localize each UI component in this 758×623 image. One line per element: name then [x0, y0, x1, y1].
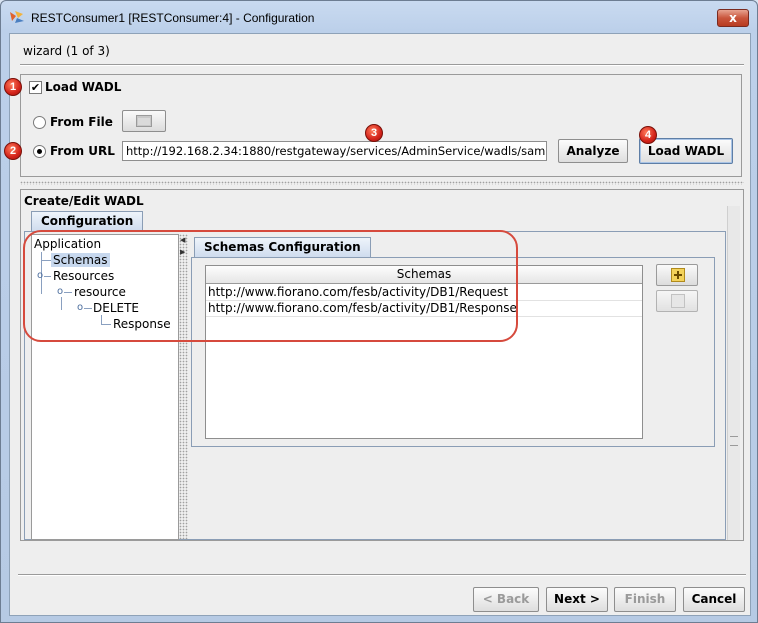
- resize-grip[interactable]: [20, 181, 744, 185]
- configuration-window: RESTConsumer1 [RESTConsumer:4] - Configu…: [0, 0, 758, 623]
- load-wadl-checkbox[interactable]: ✔: [29, 81, 42, 94]
- title-bar: RESTConsumer1 [RESTConsumer:4] - Configu…: [1, 1, 757, 33]
- scrollbar-grip[interactable]: [730, 436, 738, 446]
- finish-button[interactable]: Finish: [614, 587, 676, 612]
- create-edit-wadl-title: Create/Edit WADL: [22, 194, 146, 208]
- next-button[interactable]: Next >: [546, 587, 608, 612]
- window-title: RESTConsumer1 [RESTConsumer:4] - Configu…: [31, 11, 315, 25]
- annotation-badge-3: 3: [365, 124, 383, 142]
- browse-file-button[interactable]: [122, 110, 166, 132]
- back-button[interactable]: < Back: [473, 587, 539, 612]
- wizard-separator: [20, 64, 744, 66]
- analyze-button[interactable]: Analyze: [558, 139, 628, 163]
- app-icon: [10, 11, 24, 23]
- from-url-label: From URL: [50, 144, 115, 158]
- remove-schema-button[interactable]: [656, 290, 698, 312]
- wizard-client-area: wizard (1 of 3) ✔ Load WADL From File Fr…: [4, 33, 751, 616]
- close-icon: x: [729, 11, 737, 25]
- from-url-radio[interactable]: [33, 145, 46, 158]
- add-icon: [671, 268, 685, 282]
- add-schema-button[interactable]: [656, 264, 698, 286]
- tab-configuration[interactable]: Configuration: [31, 211, 144, 231]
- from-file-label: From File: [50, 115, 113, 129]
- load-wadl-label: Load WADL: [45, 80, 122, 94]
- annotation-badge-4: 4: [639, 126, 657, 144]
- remove-icon: [671, 294, 685, 308]
- wadl-url-input[interactable]: http://192.168.2.34:1880/restgateway/ser…: [122, 141, 547, 161]
- folder-icon: [136, 115, 152, 127]
- wizard-step-label: wizard (1 of 3): [23, 44, 110, 58]
- annotation-highlight: [23, 230, 518, 342]
- annotation-badge-2: 2: [4, 142, 22, 160]
- annotation-badge-1: 1: [4, 78, 22, 96]
- vertical-scrollbar[interactable]: [727, 206, 740, 540]
- cancel-button[interactable]: Cancel: [683, 587, 745, 612]
- check-mark-icon: ✔: [30, 81, 41, 94]
- footer-separator: [18, 574, 746, 576]
- from-file-radio[interactable]: [33, 116, 46, 129]
- close-button[interactable]: x: [717, 9, 749, 27]
